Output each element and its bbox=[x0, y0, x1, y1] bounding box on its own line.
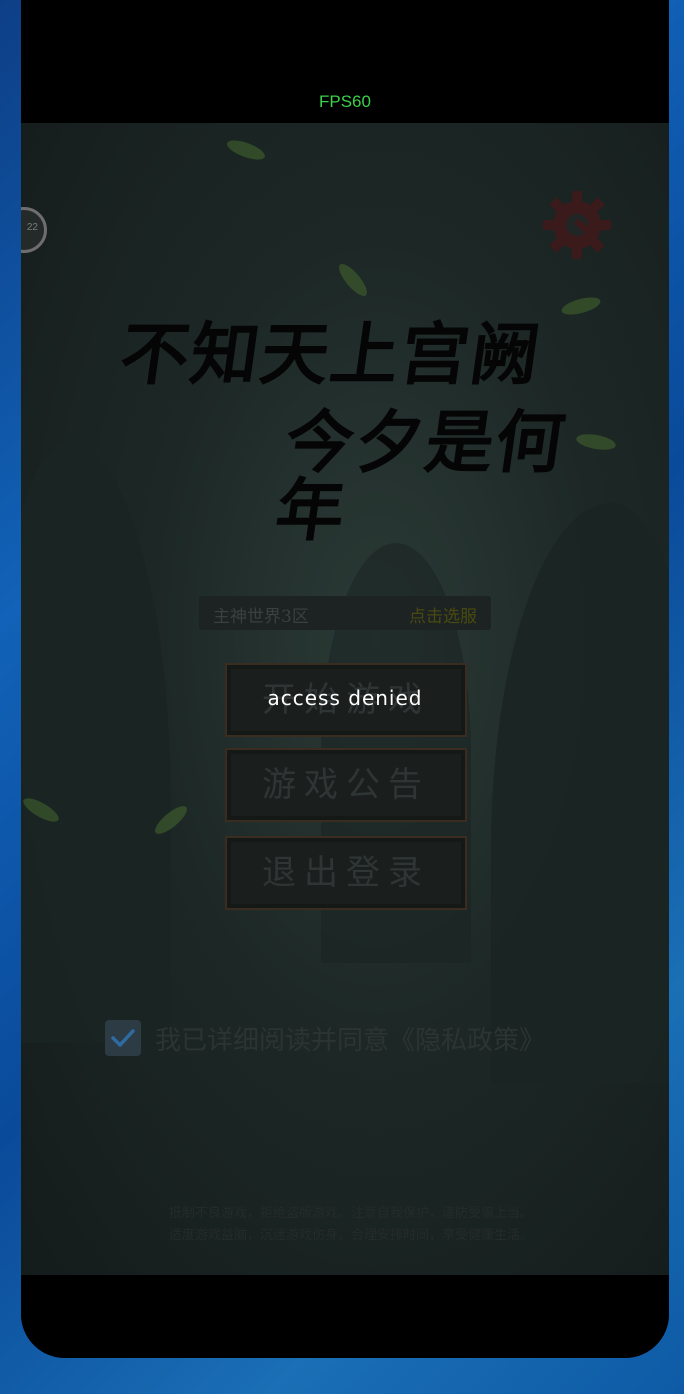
agree-checkbox[interactable] bbox=[105, 1020, 141, 1056]
title-line-2: 今夕是何年 bbox=[270, 403, 572, 551]
settings-gear-icon[interactable] bbox=[541, 189, 613, 261]
falling-leaf bbox=[334, 260, 372, 300]
notice-line-1: 抵制不良游戏，拒绝盗版游戏。注意自我保护，谨防受骗上当。 bbox=[168, 1206, 533, 1221]
checkmark-icon bbox=[111, 1029, 135, 1047]
toast-message: access denied bbox=[267, 686, 423, 710]
avatar-label: 22 bbox=[26, 222, 38, 233]
server-name: 主神世界3区 bbox=[213, 607, 309, 627]
title-line-1: 不知天上宫阙 bbox=[115, 315, 547, 395]
falling-leaf bbox=[224, 136, 268, 164]
server-select-link[interactable]: 点击选服 bbox=[409, 602, 477, 627]
logout-button[interactable]: 退出登录 bbox=[225, 836, 467, 910]
game-screen: 22 不知天上宫阙 今夕是何年 主神世界3区 点击选服 开始游戏 游戏公告 退出… bbox=[21, 123, 669, 1275]
status-area: FPS60 bbox=[21, 0, 669, 123]
agreement-text[interactable]: 我已详细阅读并同意《隐私政策》 bbox=[155, 1020, 545, 1057]
health-notice: 抵制不良游戏，拒绝盗版游戏。注意自我保护，谨防受骗上当。 适度游戏益脑，沉迷游戏… bbox=[101, 1203, 601, 1247]
fps-counter: FPS60 bbox=[319, 92, 371, 111]
server-select[interactable]: 主神世界3区 点击选服 bbox=[199, 596, 491, 630]
background-mountain bbox=[21, 443, 171, 1043]
bottom-bezel bbox=[21, 1275, 669, 1358]
notice-line-2: 适度游戏益脑，沉迷游戏伤身。合理安排时间，享受健康生活。 bbox=[168, 1228, 533, 1243]
game-title: 不知天上宫阙 今夕是何年 bbox=[115, 313, 581, 551]
announcement-button[interactable]: 游戏公告 bbox=[225, 748, 467, 822]
privacy-agreement[interactable]: 我已详细阅读并同意《隐私政策》 bbox=[105, 1018, 545, 1058]
phone-frame: FPS60 22 不知天上宫阙 今夕是何年 主神世界3区 点击选服 开始游戏 游… bbox=[21, 0, 669, 1358]
background-mountain bbox=[491, 503, 669, 1083]
avatar[interactable]: 22 bbox=[21, 207, 47, 253]
